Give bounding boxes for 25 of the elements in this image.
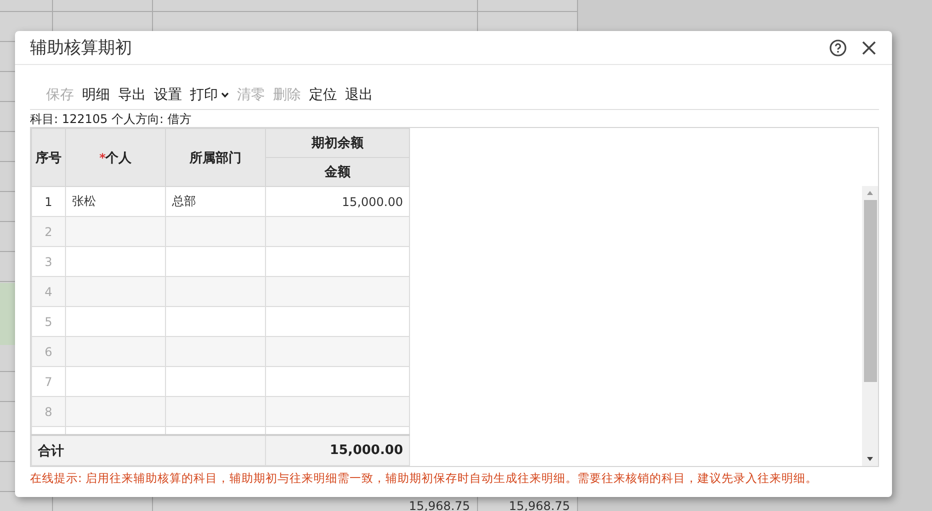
column-header: 金额 bbox=[266, 158, 410, 186]
toolbar-button[interactable]: 设置 bbox=[150, 86, 186, 104]
row-number: 4 bbox=[32, 276, 66, 306]
row-number: 8 bbox=[32, 396, 66, 426]
toolbar-button[interactable]: 明细 bbox=[78, 86, 114, 104]
window-title: 辅助核算期初 bbox=[30, 37, 133, 59]
scroll-down-icon[interactable] bbox=[866, 456, 874, 462]
column-header: 期初余额 bbox=[266, 128, 410, 158]
total-label: 合计 bbox=[32, 435, 266, 466]
dropdown-button[interactable]: 打印 bbox=[186, 86, 233, 104]
close-icon[interactable] bbox=[861, 40, 877, 56]
toolbar-button[interactable]: 导出 bbox=[114, 86, 150, 104]
row-number: 6 bbox=[32, 336, 66, 366]
column-header: *个人 bbox=[66, 128, 166, 186]
caret-icon bbox=[221, 92, 229, 98]
row-number: 2 bbox=[32, 216, 66, 246]
toolbar-button[interactable]: 定位 bbox=[305, 86, 341, 104]
column-header: 序号 bbox=[32, 128, 66, 186]
help-icon[interactable] bbox=[829, 38, 847, 56]
hint-text: 在线提示: 启用往来辅助核算的科目，辅助期初与往来明细需一致，辅助期初保存时自动生成往来明细。需要往来核销的科目，建议先录入往来明细。 bbox=[30, 471, 819, 486]
toolbar-button[interactable]: 退出 bbox=[341, 86, 377, 104]
total-amount: 15,000.00 bbox=[266, 435, 410, 466]
column-header: 所属部门 bbox=[166, 128, 266, 186]
scrollbar[interactable] bbox=[862, 186, 878, 466]
subject-info: 科目: 122105 个人方向: 借方 bbox=[30, 111, 192, 127]
